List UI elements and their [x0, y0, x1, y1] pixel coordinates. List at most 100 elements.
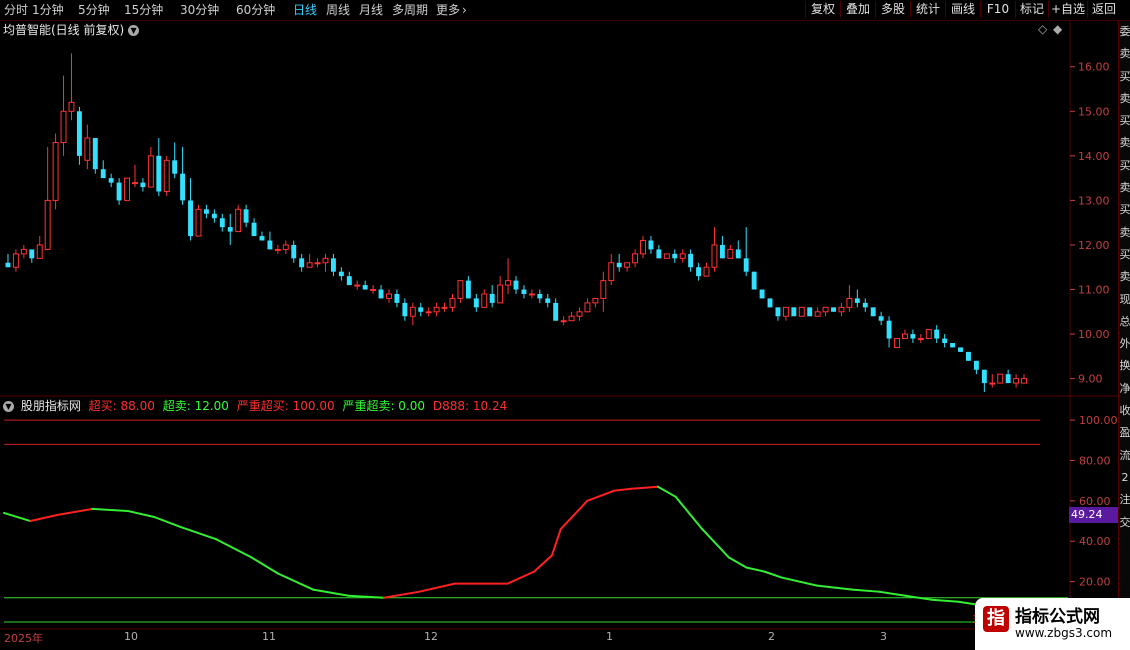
d888-line-segment [250, 556, 279, 575]
candle-body [925, 329, 932, 340]
candle-body [807, 307, 813, 317]
candle-body [330, 258, 336, 272]
candle-body [489, 293, 495, 303]
indicator-legend: ▼ 股朋指标网 超买: 88.00 超卖: 12.00 严重超买: 100.00… [0, 398, 511, 415]
candle-body [505, 280, 512, 286]
candle-body [1013, 378, 1020, 384]
d888-line-segment [126, 509, 156, 518]
candle-body [227, 227, 233, 232]
candle-body [219, 218, 225, 228]
candle-body [362, 285, 368, 290]
candle-body [917, 338, 924, 341]
candle-body [44, 199, 51, 250]
candle-body [60, 110, 67, 143]
d888-line-segment [612, 487, 633, 492]
candle-body [592, 297, 599, 304]
d888-line-segment [630, 485, 659, 490]
candle-body [576, 311, 583, 317]
date-label: 11 [262, 630, 276, 643]
candle-body [950, 342, 956, 348]
candle-body [195, 208, 202, 237]
collapse-icon[interactable]: ◆ [1053, 22, 1062, 36]
d888-line-segment [763, 570, 783, 579]
candle-body [537, 293, 543, 299]
price-tick-label: 16.00 [1078, 61, 1110, 74]
candle-body [29, 249, 35, 259]
price-tick-label: 15.00 [1078, 105, 1110, 118]
d888-line-segment [312, 588, 350, 597]
candle-body [886, 320, 892, 339]
candle-body [299, 258, 305, 268]
candle-body [338, 271, 344, 277]
candle-body [52, 141, 59, 201]
candle-body [902, 333, 908, 340]
d888-line-segment [586, 489, 615, 502]
price-chart[interactable]: 金叉 9.0010.0011.0012.0013.0014.0015.0016.… [0, 0, 1118, 650]
candle-body [457, 280, 464, 299]
candle-body [989, 382, 996, 385]
candle-body [235, 208, 242, 233]
indicator-tick-label: 100.00 [1079, 414, 1118, 427]
candle-body [934, 329, 940, 339]
candle-body [465, 280, 471, 299]
candle-body [751, 271, 757, 290]
candle-body [521, 289, 527, 294]
candle-body [378, 289, 384, 299]
d888-line-segment [727, 556, 748, 569]
d888-line-segment [745, 566, 766, 573]
candle-body [386, 293, 392, 299]
candle-body [433, 306, 440, 313]
indicator-tick-label: 60.00 [1079, 495, 1111, 508]
candle-body [688, 253, 694, 268]
d888-line-segment [3, 511, 32, 523]
date-axis: 2025年 10 11 12 1 2 3 [0, 630, 1070, 645]
candle-body [782, 306, 789, 317]
candle-body [5, 262, 11, 268]
candle-body [282, 244, 289, 250]
diamond-icon[interactable]: ◇ [1038, 22, 1047, 36]
candle-body [251, 222, 257, 237]
price-tick-label: 13.00 [1078, 194, 1110, 207]
candle-body [767, 298, 773, 308]
candle-body [140, 182, 146, 188]
candle-body [481, 293, 488, 308]
candle-body [696, 267, 702, 277]
candle-body [656, 249, 662, 259]
candle-body [743, 258, 749, 272]
d888-line-segment [851, 588, 880, 593]
candle-body [314, 262, 321, 265]
candle-body [243, 209, 249, 223]
candle-body [791, 307, 797, 317]
candle-body [68, 101, 75, 112]
price-tick-label: 9.00 [1078, 373, 1103, 386]
indicator-severe-oversold: 严重超卖: 0.00 [342, 399, 426, 413]
candle-body [124, 177, 130, 201]
candle-body [616, 262, 622, 268]
candle-body [703, 266, 710, 277]
indicator-overbought: 超买: 88.00 [88, 399, 155, 413]
candle-body [370, 289, 377, 292]
indicator-name[interactable]: 股朋指标网 [21, 399, 81, 413]
date-label: 2 [768, 630, 775, 643]
candle-body [108, 178, 114, 183]
indicator-dropdown-icon[interactable]: ▼ [3, 401, 14, 412]
d888-line-segment [153, 516, 182, 529]
candle-body [203, 209, 209, 214]
price-tick-label: 11.00 [1078, 284, 1110, 297]
candle-body [402, 302, 408, 317]
candle-body [966, 351, 971, 361]
candle-body [163, 159, 170, 192]
candle-body [449, 297, 456, 308]
d888-line-segment [506, 570, 536, 585]
candle-body [640, 240, 646, 255]
candle-body [600, 280, 607, 299]
candle-body [798, 306, 805, 317]
candle-body [441, 306, 448, 309]
d888-line-segment [674, 495, 704, 531]
candle-body [147, 155, 154, 188]
candle-body [648, 240, 654, 250]
candle-body [346, 276, 352, 286]
date-label: 2025年 [4, 632, 43, 645]
indicator-tick-label: 80.00 [1079, 454, 1111, 467]
candle-body [822, 306, 829, 313]
